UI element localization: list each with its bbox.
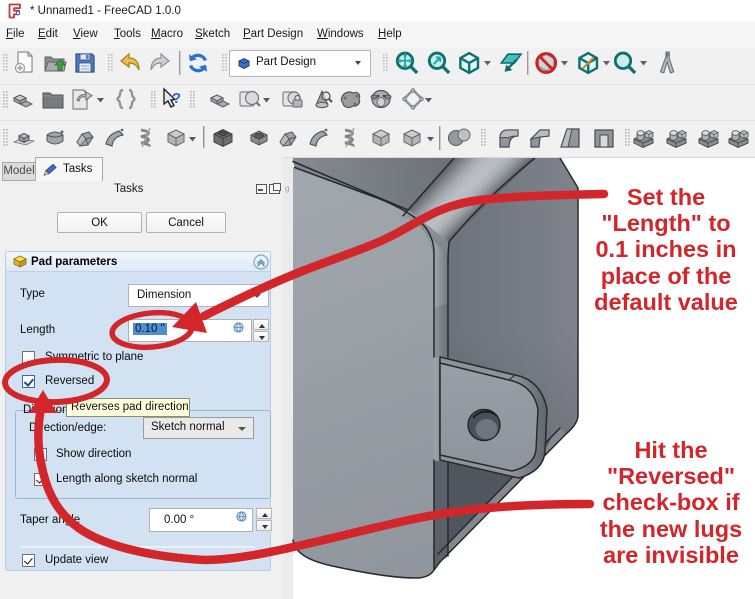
- svg-text:?: ?: [172, 90, 181, 107]
- svg-text:g: g: [285, 184, 289, 193]
